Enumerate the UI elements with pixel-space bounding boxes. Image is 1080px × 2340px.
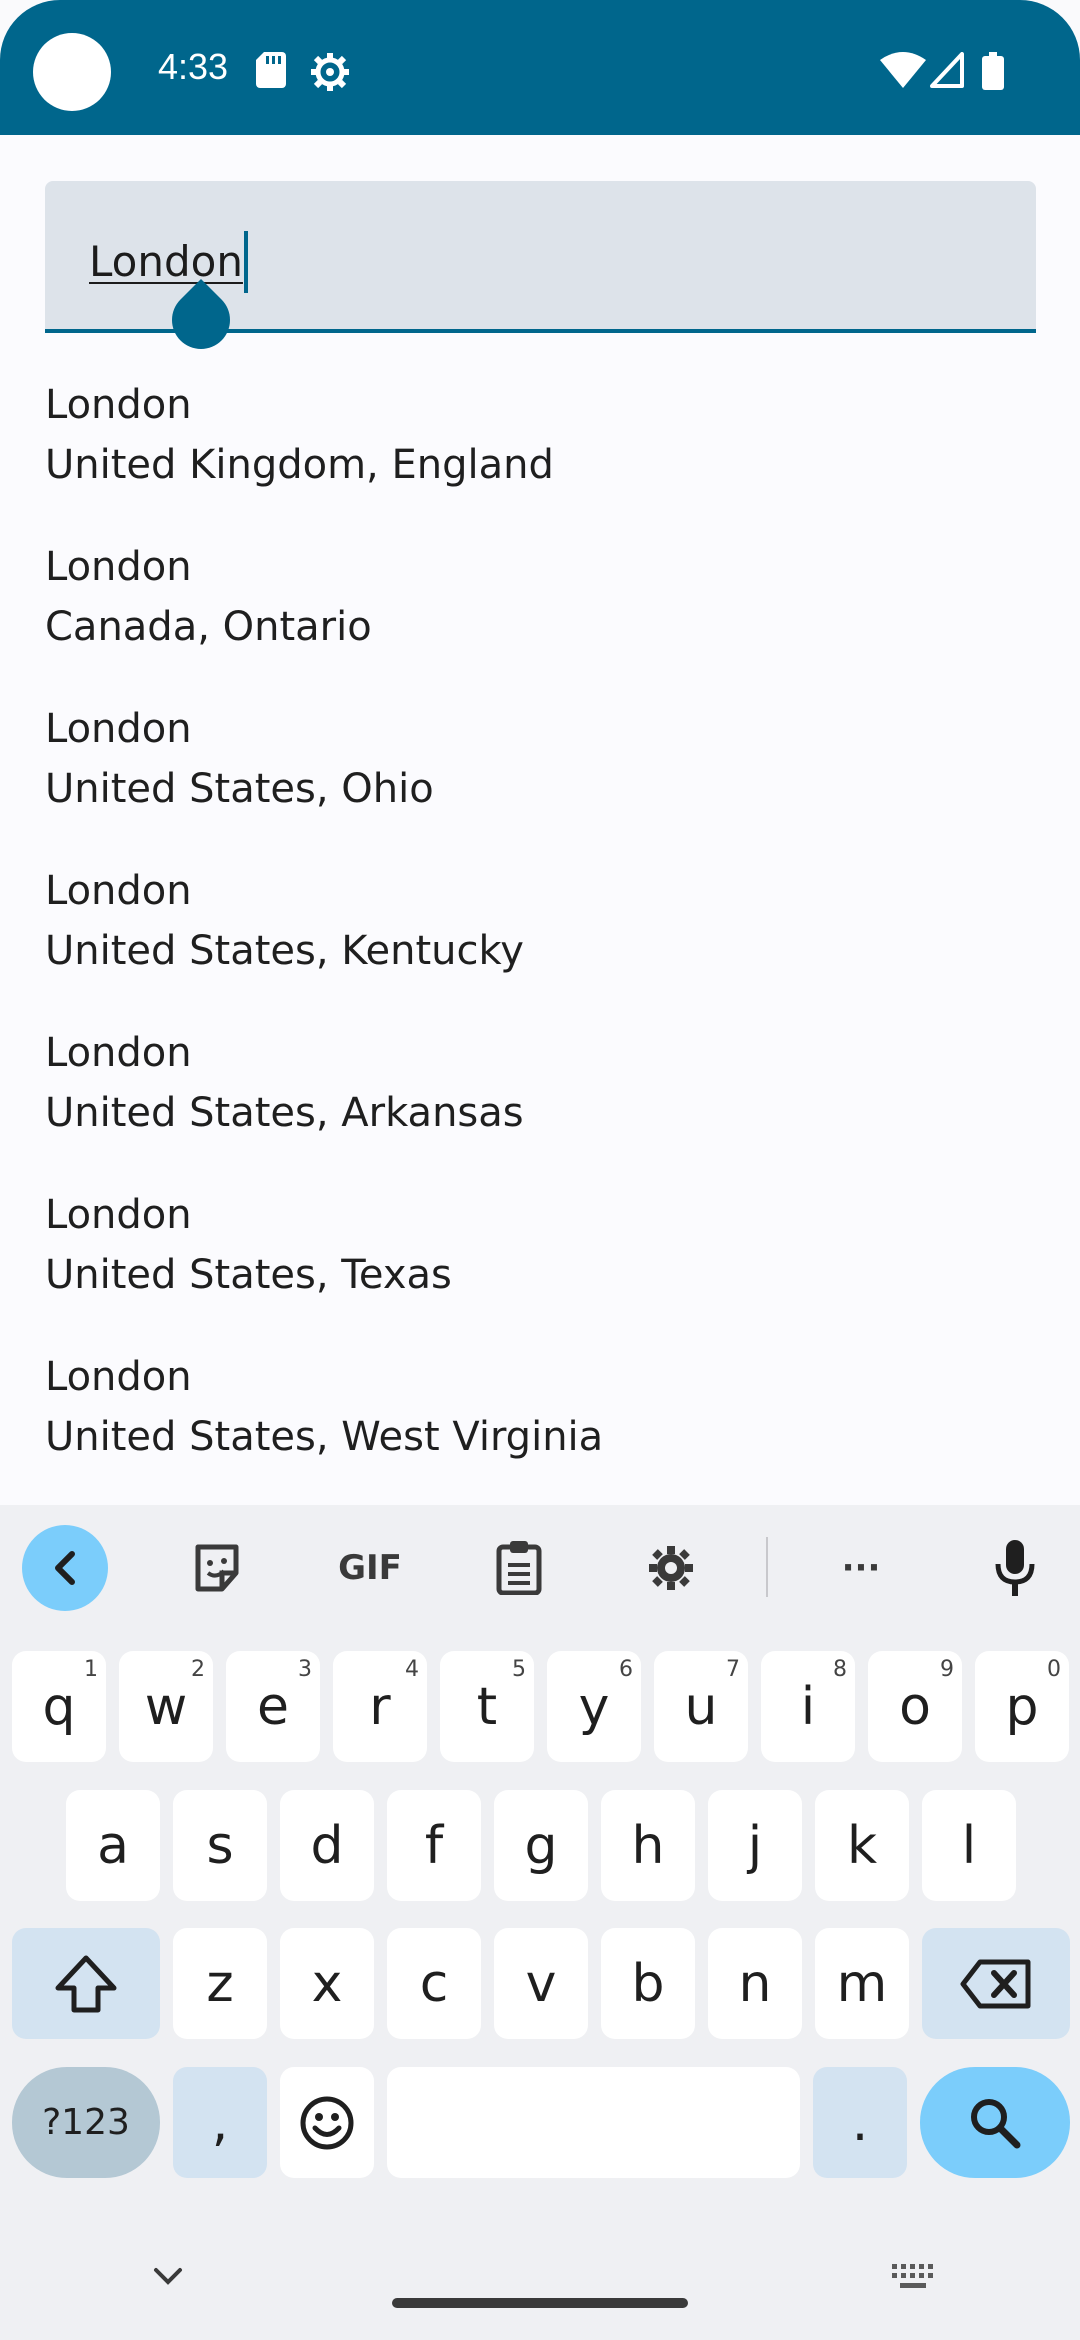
camera-cutout <box>33 33 111 111</box>
keyboard-toolbar: GIF ··· <box>0 1505 1080 1630</box>
key-e[interactable]: e3 <box>226 1651 320 1762</box>
key-a[interactable]: a <box>66 1790 160 1901</box>
clipboard-button[interactable] <box>476 1525 562 1611</box>
result-region: United States, Arkansas <box>45 1090 524 1136</box>
search-icon <box>971 2098 1021 2148</box>
result-region: United States, Ohio <box>45 766 434 812</box>
result-city: London <box>45 868 192 914</box>
result-city: London <box>45 1030 192 1076</box>
result-region: United States, West Virginia <box>45 1414 604 1460</box>
result-item[interactable]: London Canada, Ontario <box>0 537 1080 699</box>
status-time: 4:33 <box>158 46 229 87</box>
result-city: London <box>45 1354 192 1400</box>
search-key[interactable] <box>920 2067 1070 2178</box>
result-region: United States, Texas <box>45 1252 452 1298</box>
sticker-icon <box>195 1544 239 1592</box>
home-indicator[interactable] <box>392 2298 688 2308</box>
key-i[interactable]: i8 <box>761 1651 855 1762</box>
gear-icon <box>649 1546 693 1590</box>
signal-icon <box>930 52 964 88</box>
backspace-icon <box>960 1959 1031 2008</box>
main-content: London London United Kingdom, England Lo… <box>0 135 1080 1505</box>
microphone-icon <box>995 1540 1035 1596</box>
result-item[interactable]: London United States, Texas <box>0 1185 1080 1347</box>
backspace-key[interactable] <box>922 1928 1070 2039</box>
status-bar: 4:33 <box>0 0 1080 135</box>
result-item[interactable]: London United States, Kentucky <box>0 861 1080 1023</box>
chevron-left-icon <box>55 1551 75 1585</box>
wifi-icon <box>880 52 926 88</box>
shift-key[interactable] <box>12 1928 160 2039</box>
key-u[interactable]: u7 <box>654 1651 748 1762</box>
key-b[interactable]: b <box>601 1928 695 2039</box>
key-c[interactable]: c <box>387 1928 481 2039</box>
key-k[interactable]: k <box>815 1790 909 1901</box>
key-s[interactable]: s <box>173 1790 267 1901</box>
keyboard-settings-button[interactable] <box>628 1525 714 1611</box>
emoji-key[interactable] <box>280 2067 374 2178</box>
key-j[interactable]: j <box>708 1790 802 1901</box>
result-region: United States, Kentucky <box>45 928 524 974</box>
key-l[interactable]: l <box>922 1790 1016 1901</box>
result-item[interactable]: London United Kingdom, England <box>0 375 1080 537</box>
key-z[interactable]: z <box>173 1928 267 2039</box>
symbols-key[interactable]: ?123 <box>12 2067 160 2178</box>
hide-keyboard-chevron-icon[interactable] <box>152 2266 184 2288</box>
key-d[interactable]: d <box>280 1790 374 1901</box>
result-city: London <box>45 544 192 590</box>
gif-button[interactable]: GIF <box>325 1525 415 1611</box>
shift-arrow-icon <box>55 1955 117 2012</box>
results-list: London United Kingdom, England London Ca… <box>0 375 1080 1509</box>
key-t[interactable]: t5 <box>440 1651 534 1762</box>
navigation-bar <box>0 2170 1080 2340</box>
voice-input-button[interactable] <box>972 1525 1058 1611</box>
settings-gear-icon <box>311 53 349 91</box>
key-p[interactable]: p0 <box>975 1651 1069 1762</box>
sticker-button[interactable] <box>174 1525 260 1611</box>
emoji-smiley-icon <box>300 2096 354 2149</box>
result-region: Canada, Ontario <box>45 604 372 650</box>
result-item[interactable]: London United States, Arkansas <box>0 1023 1080 1185</box>
search-input[interactable]: London <box>89 237 243 286</box>
clipboard-icon <box>496 1541 542 1595</box>
key-x[interactable]: x <box>280 1928 374 2039</box>
toolbar-divider <box>766 1537 768 1597</box>
key-m[interactable]: m <box>815 1928 909 2039</box>
result-item[interactable]: London United States, West Virginia <box>0 1347 1080 1509</box>
result-region: United Kingdom, England <box>45 442 554 488</box>
key-o[interactable]: o9 <box>868 1651 962 1762</box>
comma-key[interactable]: , <box>173 2067 267 2178</box>
key-g[interactable]: g <box>494 1790 588 1901</box>
spacebar-key[interactable] <box>387 2067 800 2178</box>
more-button[interactable]: ··· <box>818 1525 904 1611</box>
text-cursor <box>244 231 248 293</box>
result-item[interactable]: London United States, Ohio <box>0 699 1080 861</box>
key-v[interactable]: v <box>494 1928 588 2039</box>
key-f[interactable]: f <box>387 1790 481 1901</box>
key-r[interactable]: r4 <box>333 1651 427 1762</box>
result-city: London <box>45 706 192 752</box>
key-n[interactable]: n <box>708 1928 802 2039</box>
result-city: London <box>45 382 192 428</box>
sd-card-icon <box>256 52 286 88</box>
keyboard-switch-icon[interactable] <box>890 2262 936 2292</box>
key-q[interactable]: q1 <box>12 1651 106 1762</box>
key-w[interactable]: w2 <box>119 1651 213 1762</box>
period-key[interactable]: . <box>813 2067 907 2178</box>
keyboard-back-button[interactable] <box>22 1525 108 1611</box>
battery-icon <box>982 52 1004 90</box>
result-city: London <box>45 1192 192 1238</box>
key-y[interactable]: y6 <box>547 1651 641 1762</box>
key-h[interactable]: h <box>601 1790 695 1901</box>
